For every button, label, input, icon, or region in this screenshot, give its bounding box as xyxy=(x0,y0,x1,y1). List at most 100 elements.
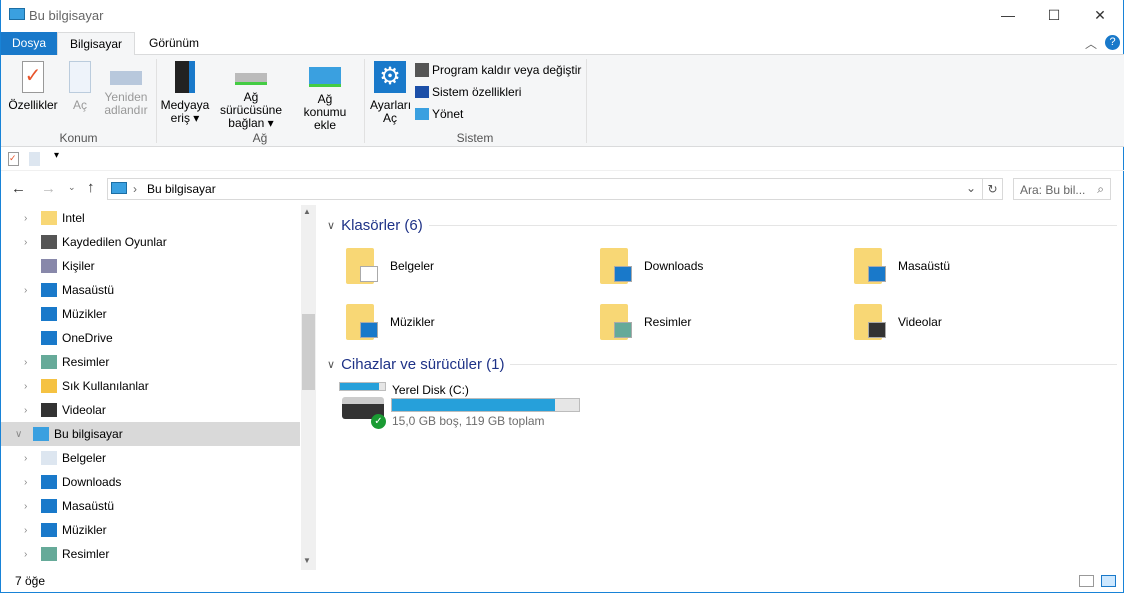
chevron-right-icon[interactable]: › xyxy=(24,525,27,536)
breadcrumb-item[interactable]: Bu bilgisayar xyxy=(147,182,216,196)
nav-item[interactable]: › Videolar xyxy=(1,398,300,422)
refresh-icon[interactable]: ↻ xyxy=(982,179,1002,199)
chevron-right-icon[interactable]: › xyxy=(24,549,27,560)
drive-item-c[interactable]: ✓ Yerel Disk (C:) 15,0 GB boş, 119 GB to… xyxy=(339,381,599,431)
downloads-icon xyxy=(41,475,57,489)
open-settings-button[interactable]: ⚙ Ayarları Aç xyxy=(368,59,412,125)
chevron-right-icon[interactable]: › xyxy=(24,501,27,512)
system-properties-icon xyxy=(415,86,429,98)
folders-section-header[interactable]: ∨ Klasörler (6) xyxy=(327,217,1117,234)
system-properties-button[interactable]: Sistem özellikleri xyxy=(415,82,581,102)
settings-gear-icon: ⚙ xyxy=(374,61,406,93)
onedrive-icon xyxy=(41,331,57,345)
scroll-down-icon[interactable]: ▼ xyxy=(303,556,311,565)
folder-item[interactable]: Belgeler xyxy=(346,248,434,284)
nav-item[interactable]: › Resimler xyxy=(1,542,300,566)
address-dropdown-icon[interactable]: ⌄ xyxy=(966,181,976,195)
add-network-location-button[interactable]: Ağ konumu ekle xyxy=(293,59,357,132)
search-input[interactable]: Ara: Bu bil... ⌕ xyxy=(1013,178,1111,200)
properties-icon[interactable]: ✓ xyxy=(8,152,19,166)
uninstall-program-button[interactable]: Program kaldır veya değiştir xyxy=(415,60,581,80)
nav-item[interactable]: › Masaüstü xyxy=(1,494,300,518)
chevron-right-icon[interactable]: › xyxy=(24,213,27,224)
manage-icon xyxy=(415,108,429,120)
address-bar[interactable]: › Bu bilgisayar ⌄ ↻ xyxy=(107,178,1003,200)
back-icon[interactable]: ← xyxy=(11,180,26,197)
chevron-right-icon[interactable]: › xyxy=(24,357,27,368)
help-icon[interactable]: ? xyxy=(1105,35,1120,50)
minimize-button[interactable]: — xyxy=(985,0,1031,30)
map-network-drive-button[interactable]: Ağ sürücüsüne bağlan ▾ xyxy=(211,59,291,130)
drive-mini-usage-bar xyxy=(339,382,386,391)
folder-item[interactable]: Downloads xyxy=(600,248,703,284)
forward-icon[interactable]: → xyxy=(41,180,56,197)
ribbon-tabs: Dosya Bilgisayar Görünüm ︿ ? xyxy=(1,32,1124,56)
folder-item[interactable]: Videolar xyxy=(854,304,942,340)
quick-access-toolbar: ✓ ▾ xyxy=(1,147,1124,171)
nav-item[interactable]: Kişiler xyxy=(1,254,300,278)
folder-item[interactable]: Resimler xyxy=(600,304,691,340)
nav-item[interactable]: › Masaüstü xyxy=(1,278,300,302)
nav-item[interactable]: ∨ Bu bilgisayar xyxy=(1,422,300,446)
nav-item[interactable]: › Resimler xyxy=(1,350,300,374)
program-icon xyxy=(415,63,429,77)
nav-item[interactable]: OneDrive xyxy=(1,326,300,350)
up-icon[interactable]: ↑ xyxy=(87,179,95,196)
properties-icon: ✓ xyxy=(22,61,44,93)
scroll-up-icon[interactable]: ▲ xyxy=(303,207,311,216)
chevron-right-icon[interactable]: › xyxy=(24,285,27,296)
manage-button[interactable]: Yönet xyxy=(415,104,581,124)
details-view-icon[interactable] xyxy=(1079,575,1094,587)
chevron-right-icon[interactable]: › xyxy=(24,405,27,416)
tab-gorunum[interactable]: Görünüm xyxy=(137,32,211,55)
folder-item[interactable]: Müzikler xyxy=(346,304,435,340)
tab-dosya[interactable]: Dosya xyxy=(1,32,57,55)
folder-icon xyxy=(346,248,378,284)
music-icon xyxy=(41,307,57,321)
nav-item[interactable]: › Intel xyxy=(1,206,300,230)
chevron-down-icon[interactable]: ∨ xyxy=(15,429,22,440)
close-button[interactable]: ✕ xyxy=(1077,0,1123,30)
computer-icon xyxy=(33,427,49,441)
chevron-right-icon[interactable]: › xyxy=(24,477,27,488)
group-konum: Konum xyxy=(59,131,98,145)
collapse-ribbon-icon[interactable]: ︿ xyxy=(1085,35,1097,52)
folder-icon xyxy=(41,211,57,225)
desktop-icon xyxy=(41,499,57,513)
new-folder-icon[interactable] xyxy=(29,152,40,166)
open-icon xyxy=(69,61,91,93)
folder-icon xyxy=(600,248,632,284)
folder-icon xyxy=(854,304,886,340)
maximize-button[interactable]: ☐ xyxy=(1031,0,1077,30)
group-ag: Ağ xyxy=(252,131,268,145)
music-icon xyxy=(41,523,57,537)
nav-item[interactable]: › Müzikler xyxy=(1,518,300,542)
desktop-icon xyxy=(41,283,57,297)
tab-bilgisayar[interactable]: Bilgisayar xyxy=(57,32,136,56)
nav-item[interactable]: › Belgeler xyxy=(1,446,300,470)
ribbon: ✓ Özellikler Aç Yeniden adlandır Konum M… xyxy=(1,55,1124,147)
chevron-right-icon[interactable]: › xyxy=(24,237,27,248)
navigation-pane: › Intel › Kaydedilen Oyunlar Kişiler › Masaüst… xyxy=(1,205,301,570)
open-button[interactable]: Aç xyxy=(65,59,95,112)
folder-item[interactable]: Masaüstü xyxy=(854,248,950,284)
chevron-right-icon[interactable]: › xyxy=(24,381,27,392)
large-icons-view-icon[interactable] xyxy=(1101,575,1116,587)
media-access-button[interactable]: Medyaya eriş ▾ xyxy=(159,59,211,125)
computer-icon xyxy=(9,8,25,20)
devices-section-header[interactable]: ∨ Cihazlar ve sürücüler (1) xyxy=(327,356,1117,373)
properties-button[interactable]: ✓ Özellikler xyxy=(7,59,59,112)
scrollbar-thumb[interactable] xyxy=(302,314,315,390)
collapse-icon: ∨ xyxy=(327,220,336,232)
nav-item[interactable]: › Kaydedilen Oyunlar xyxy=(1,230,300,254)
recent-locations-icon[interactable]: ⌄ xyxy=(68,182,76,193)
folder-icon xyxy=(600,304,632,340)
chevron-right-icon[interactable]: › xyxy=(24,453,27,464)
customize-qat-icon[interactable]: ▾ xyxy=(54,150,59,161)
nav-item[interactable]: › Sık Kullanılanlar xyxy=(1,374,300,398)
rename-button[interactable]: Yeniden adlandır xyxy=(101,59,151,117)
pictures-icon xyxy=(41,547,57,561)
nav-item[interactable]: Müzikler xyxy=(1,302,300,326)
nav-item[interactable]: › Downloads xyxy=(1,470,300,494)
pictures-icon xyxy=(41,355,57,369)
